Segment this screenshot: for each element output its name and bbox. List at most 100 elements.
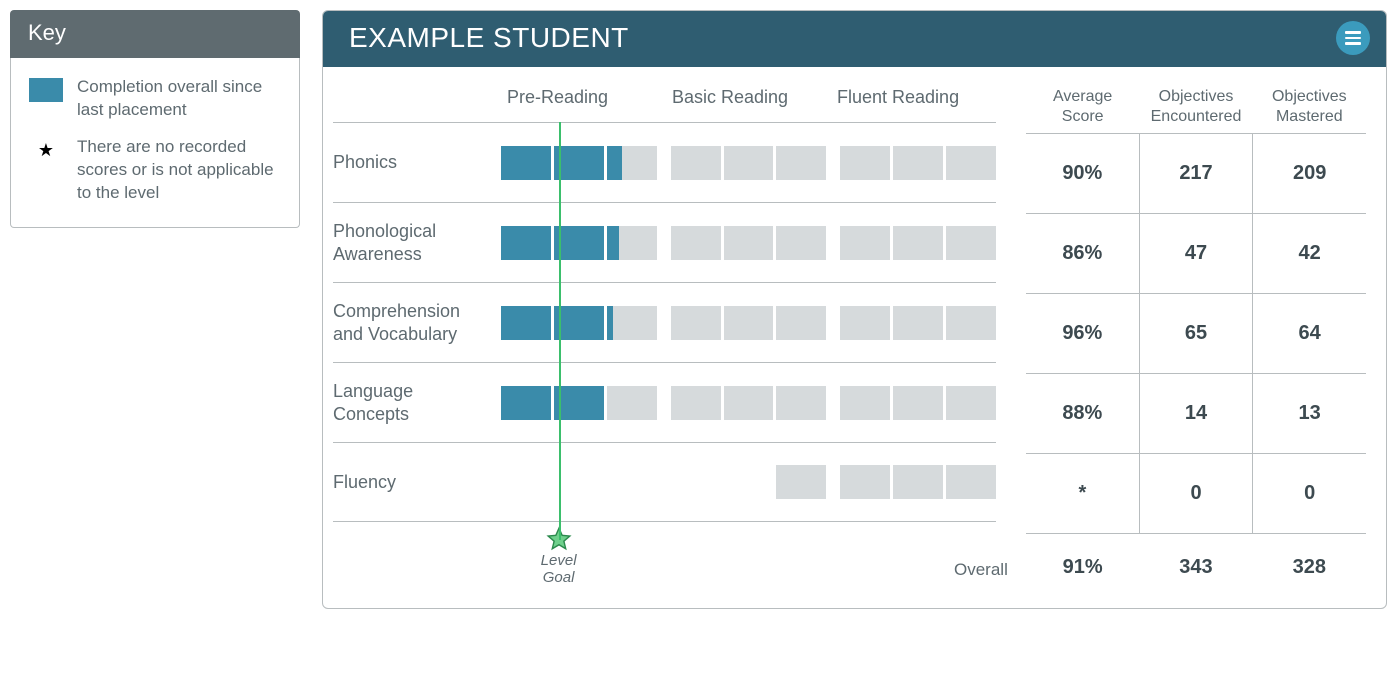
progress-fill bbox=[607, 226, 619, 260]
row-bars bbox=[501, 465, 996, 499]
level-goal-label: LevelGoal bbox=[541, 552, 577, 587]
progress-segment bbox=[554, 226, 604, 260]
level-group bbox=[671, 146, 827, 180]
stats-row: 96%6564 bbox=[1026, 293, 1366, 373]
menu-icon bbox=[1345, 31, 1361, 34]
progress-segment bbox=[776, 146, 826, 180]
progress-segment bbox=[893, 226, 943, 260]
progress-segment bbox=[946, 465, 996, 499]
progress-fill bbox=[554, 386, 604, 420]
stats-row: 90%217209 bbox=[1026, 133, 1366, 213]
student-name: EXAMPLE STUDENT bbox=[349, 22, 629, 54]
stats-cell-mas: 13 bbox=[1252, 374, 1366, 453]
chart-row: Fluency bbox=[333, 442, 996, 522]
row-bars bbox=[501, 226, 996, 260]
row-label: Language Concepts bbox=[333, 380, 501, 425]
chart-level-headers: Pre-Reading Basic Reading Fluent Reading bbox=[501, 87, 996, 122]
stats-cell-mas: 42 bbox=[1252, 214, 1366, 293]
key-body: Completion overall since last placement … bbox=[10, 58, 300, 228]
progress-segment bbox=[501, 146, 551, 180]
progress-segment bbox=[893, 386, 943, 420]
chart-row: Comprehension and Vocabulary bbox=[333, 282, 996, 362]
level-group bbox=[840, 226, 996, 260]
level-group bbox=[501, 465, 657, 499]
stats-cell-avg: 96% bbox=[1026, 294, 1139, 373]
progress-segment bbox=[893, 306, 943, 340]
row-bars bbox=[501, 306, 996, 340]
progress-fill bbox=[501, 146, 551, 180]
progress-segment bbox=[671, 306, 721, 340]
progress-segment bbox=[840, 386, 890, 420]
progress-segment bbox=[776, 386, 826, 420]
key-completion-text: Completion overall since last placement bbox=[77, 76, 281, 122]
stats-cell-enc: 0 bbox=[1139, 454, 1253, 533]
progress-segment bbox=[946, 146, 996, 180]
level-group bbox=[671, 226, 827, 260]
progress-segment bbox=[724, 386, 774, 420]
chart-row: Phonics bbox=[333, 122, 996, 202]
stats-cell-enc: 217 bbox=[1139, 134, 1253, 213]
level-header-basic: Basic Reading bbox=[666, 87, 831, 108]
level-group bbox=[840, 386, 996, 420]
stats-headers: Average Score Objectives Encountered Obj… bbox=[1026, 87, 1366, 133]
key-star-text: There are no recorded scores or is not a… bbox=[77, 136, 281, 205]
overall-avg: 91% bbox=[1026, 556, 1139, 579]
panel-header: EXAMPLE STUDENT bbox=[323, 11, 1386, 67]
progress-segment bbox=[607, 386, 657, 420]
key-item-star: ★ There are no recorded scores or is not… bbox=[29, 136, 281, 205]
progress-segment bbox=[946, 226, 996, 260]
stats-cell-mas: 0 bbox=[1252, 454, 1366, 533]
level-group bbox=[501, 226, 657, 260]
progress-segment bbox=[501, 386, 551, 420]
row-label: Fluency bbox=[333, 471, 501, 494]
stats-header-mas: Objectives Mastered bbox=[1253, 87, 1366, 127]
student-panel: EXAMPLE STUDENT Pre-Reading Basic Readin… bbox=[322, 10, 1387, 609]
key-panel: Key Completion overall since last placem… bbox=[10, 10, 300, 609]
progress-segment bbox=[840, 226, 890, 260]
progress-fill bbox=[554, 146, 604, 180]
overall-label: Overall bbox=[954, 560, 1008, 580]
level-group bbox=[840, 306, 996, 340]
star-icon: ★ bbox=[29, 138, 63, 205]
stats-row: 88%1413 bbox=[1026, 373, 1366, 453]
progress-segment bbox=[671, 226, 721, 260]
progress-segment bbox=[501, 226, 551, 260]
progress-segment bbox=[554, 146, 604, 180]
progress-fill bbox=[607, 306, 613, 340]
level-group bbox=[501, 386, 657, 420]
progress-segment bbox=[946, 306, 996, 340]
progress-segment bbox=[724, 146, 774, 180]
progress-segment bbox=[607, 226, 657, 260]
overall-mas: 328 bbox=[1253, 556, 1366, 579]
stats-cell-avg: 90% bbox=[1026, 134, 1139, 213]
progress-fill bbox=[607, 146, 622, 180]
row-bars bbox=[501, 386, 996, 420]
level-goal-line bbox=[559, 122, 561, 540]
stats-header-avg: Average Score bbox=[1026, 87, 1139, 127]
level-group bbox=[671, 465, 827, 499]
progress-segment bbox=[840, 465, 890, 499]
stats-overall-row: Overall 91% 343 328 bbox=[1026, 533, 1366, 579]
progress-segment bbox=[671, 146, 721, 180]
stats-cell-avg: 88% bbox=[1026, 374, 1139, 453]
level-group bbox=[501, 146, 657, 180]
progress-segment bbox=[840, 306, 890, 340]
progress-segment bbox=[501, 306, 551, 340]
panel-menu-button[interactable] bbox=[1336, 21, 1370, 55]
stats-cell-avg: * bbox=[1026, 454, 1139, 533]
completion-swatch-icon bbox=[29, 78, 63, 102]
stats-cell-mas: 64 bbox=[1252, 294, 1366, 373]
key-title: Key bbox=[10, 10, 300, 58]
stats-cell-mas: 209 bbox=[1252, 134, 1366, 213]
progress-fill bbox=[501, 306, 551, 340]
stats-row: *00 bbox=[1026, 453, 1366, 533]
level-group bbox=[671, 386, 827, 420]
level-group bbox=[501, 306, 657, 340]
stats-cell-avg: 86% bbox=[1026, 214, 1139, 293]
progress-segment bbox=[724, 306, 774, 340]
progress-segment bbox=[776, 226, 826, 260]
progress-segment bbox=[554, 465, 604, 499]
chart-row: Language Concepts bbox=[333, 362, 996, 442]
progress-segment bbox=[607, 146, 657, 180]
progress-segment bbox=[501, 465, 551, 499]
